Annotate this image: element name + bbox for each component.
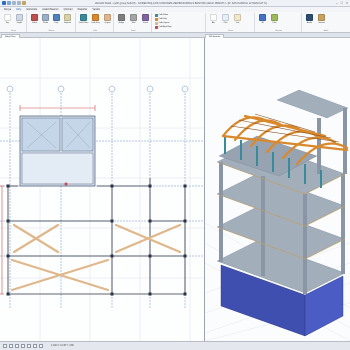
footing-icon xyxy=(130,14,137,21)
axis-icon xyxy=(210,14,217,21)
text-button[interactable]: Yazı xyxy=(232,14,243,24)
pan-icon xyxy=(16,14,23,21)
footing-button[interactable]: Tekil xyxy=(128,14,139,24)
menu-item-reports[interactable]: Raporlar xyxy=(78,8,88,11)
select-button[interactable]: Seç xyxy=(2,14,13,24)
pile-icon xyxy=(142,14,149,21)
plan-icon xyxy=(271,14,278,21)
wall-icon xyxy=(42,14,49,21)
ribbon-group-steel-list: Çelik Kolon Çelik Kiriş Çelik Çapraz Çel… xyxy=(153,13,206,32)
analysis-button[interactable]: Analiz xyxy=(304,14,315,24)
analysis-icon xyxy=(306,14,313,21)
cube-icon xyxy=(259,14,266,21)
axis-button[interactable]: Aks xyxy=(208,14,219,24)
app-logo-icon xyxy=(2,1,6,5)
zoom-extents-icon[interactable] xyxy=(33,344,37,348)
model-3d-canvas[interactable] xyxy=(205,38,350,341)
purlin-small-button[interactable]: Çelik Aşık Kirişi xyxy=(155,26,171,29)
steel-column-icon xyxy=(80,14,87,21)
menu-item-drawings[interactable]: Çizimler xyxy=(64,8,73,11)
concrete-slabs xyxy=(216,89,349,294)
ribbon-group-steel: Çelik Kolon Çelik Kiriş Çapraz Çelik xyxy=(77,13,114,32)
pile-button[interactable]: Kazık xyxy=(140,14,151,24)
steel-beam-button[interactable]: Çelik Kiriş xyxy=(90,14,101,24)
snap-grid-icon[interactable] xyxy=(3,344,7,348)
steel-beam-small-button[interactable]: Çelik Kiriş xyxy=(155,18,167,21)
design-button[interactable]: Tasarım xyxy=(316,14,327,24)
slab-button[interactable]: Döşeme xyxy=(62,14,73,24)
menu-item-analysis[interactable]: Analiz/Tasarım xyxy=(42,8,58,11)
beam-icon xyxy=(53,14,60,21)
building-3d-model[interactable] xyxy=(205,38,350,341)
dimension-button[interactable]: Ölçü xyxy=(220,14,231,24)
core-block xyxy=(19,115,96,187)
ribbon-group-view: 3B Plan Görünüm xyxy=(256,13,302,32)
plan-drawing[interactable] xyxy=(0,38,205,341)
cursor-icon xyxy=(4,14,11,21)
menu-item-help[interactable]: Yardım xyxy=(92,8,100,11)
layers-icon[interactable] xyxy=(27,344,31,348)
ortho-icon[interactable] xyxy=(21,344,25,348)
snap-mid-icon[interactable] xyxy=(15,344,19,348)
print-icon[interactable] xyxy=(22,1,26,5)
steel-beam-small-icon xyxy=(155,18,158,21)
steel-column-small-icon xyxy=(155,14,158,17)
axis-bubbles xyxy=(6,85,189,93)
menu-item-file[interactable]: Dosya xyxy=(4,8,11,11)
beam-button[interactable]: Kiriş xyxy=(51,14,62,24)
snap-end-icon[interactable] xyxy=(9,344,13,348)
redo-icon[interactable] xyxy=(17,1,21,5)
steel-column-button[interactable]: Çelik Kolon xyxy=(78,14,89,24)
menu-item-home[interactable]: Giriş xyxy=(16,8,21,11)
pan-button[interactable]: Kaydır xyxy=(14,14,25,24)
beam-lines xyxy=(7,178,186,295)
steel-beam-icon xyxy=(92,14,99,21)
steel-column-small-button[interactable]: Çelik Kolon xyxy=(155,14,168,17)
steel-brace-small-icon xyxy=(155,22,158,25)
ribbon-toolbar: Seç Kaydır Seçim Kolon Perde Kiriş Döşem… xyxy=(0,12,350,33)
text-icon xyxy=(234,14,241,21)
quick-access-toolbar xyxy=(2,1,26,5)
brace-icon xyxy=(104,14,111,21)
ribbon-group-elements: Kolon Perde Kiriş Döşeme Eleman xyxy=(28,13,76,32)
title-bar: ideCAD Statik - (with group build 8) - G… xyxy=(0,0,350,7)
view-3d-button[interactable]: 3B xyxy=(257,14,268,24)
save-icon[interactable] xyxy=(7,1,11,5)
ribbon-group-selection: Seç Kaydır Seçim xyxy=(1,13,27,32)
purlin-small-icon xyxy=(155,26,158,29)
brace-button[interactable]: Çapraz xyxy=(102,14,113,24)
column-icon xyxy=(31,14,38,21)
view-plan-button[interactable]: Plan xyxy=(269,14,280,24)
column-button[interactable]: Kolon xyxy=(29,14,40,24)
ribbon-group-layout: Aks Ölçü Yazı Düzen xyxy=(207,13,255,32)
steel-brace-small-button[interactable]: Çelik Çapraz xyxy=(155,22,169,25)
shearwall-button[interactable]: Perde xyxy=(40,14,51,24)
raft-button[interactable]: Radye xyxy=(116,14,127,24)
menu-item-view[interactable]: Görüntüle xyxy=(26,8,37,11)
window-title: ideCAD Statik - (with group build 8) - G… xyxy=(95,1,267,5)
background-grid xyxy=(0,38,204,341)
maximize-icon[interactable]: □ xyxy=(341,1,343,5)
close-icon[interactable]: × xyxy=(346,1,348,5)
status-bar: 1:100 X: 12.35 Y: 4.80 xyxy=(0,341,350,350)
raft-icon xyxy=(118,14,125,21)
minimize-icon[interactable]: – xyxy=(336,1,338,5)
steel-braces xyxy=(10,223,182,292)
status-text: 1:100 X: 12.35 Y: 4.80 xyxy=(51,345,74,347)
undo-icon[interactable] xyxy=(12,1,16,5)
ribbon-group-foundation: Radye Tekil Kazık Temel xyxy=(115,13,152,32)
settings-icon[interactable] xyxy=(39,344,43,348)
ribbon-group-analysis: Analiz Tasarım Analiz xyxy=(303,13,349,32)
slab-icon xyxy=(64,14,71,21)
design-icon xyxy=(318,14,325,21)
plan-view-canvas[interactable] xyxy=(0,38,205,341)
dimension-icon xyxy=(222,14,229,21)
